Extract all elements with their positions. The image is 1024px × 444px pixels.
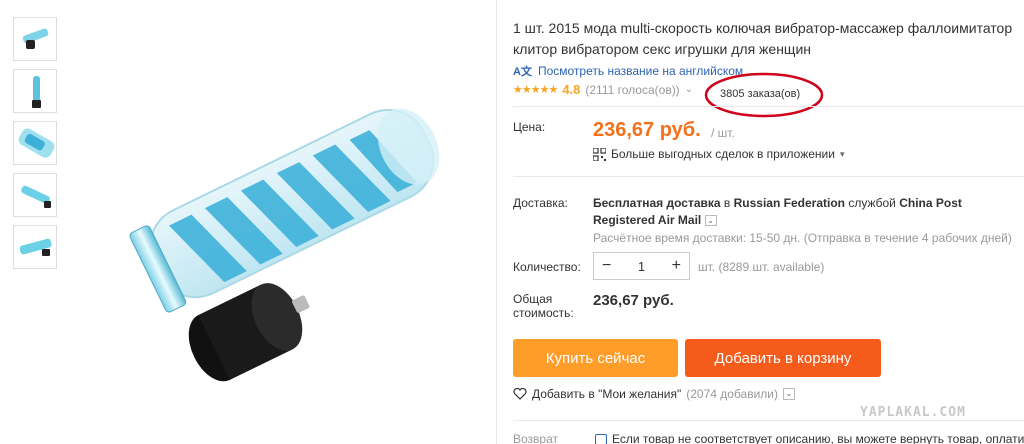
chevron-down-icon[interactable]: ⌄: [685, 84, 693, 95]
divider: [513, 420, 1024, 421]
shield-icon: [595, 433, 607, 444]
wishlist-row[interactable]: Добавить в "Мои желания" (2074 добавили)…: [513, 387, 796, 401]
total-value: 236,67 руб.: [593, 292, 674, 309]
thumbnail-4[interactable]: [13, 173, 57, 217]
return-label: Возврат: [513, 432, 558, 444]
quantity-label: Количество:: [513, 260, 581, 274]
wishlist-dropdown-icon[interactable]: ⌄: [783, 388, 796, 400]
shipping-info: Бесплатная доставка в Russian Federation…: [593, 195, 1013, 229]
return-info: Если товар не соответствует описанию, вы…: [595, 432, 1024, 444]
shipping-free: Бесплатная доставка: [593, 196, 721, 210]
thumbnail-5[interactable]: [13, 225, 57, 269]
thumbnail-1[interactable]: [13, 17, 57, 61]
shipping-country: Russian Federation: [733, 196, 845, 210]
quantity-increment-button[interactable]: +: [672, 257, 681, 275]
total-label-line2: стоимость:: [513, 306, 574, 320]
thumbnail-3[interactable]: [13, 121, 57, 165]
shipping-text: в: [720, 196, 734, 210]
total-label-line1: Общая: [513, 292, 553, 306]
buy-now-button[interactable]: Купить сейчас: [513, 339, 678, 377]
panel-divider: [496, 0, 497, 444]
price-unit: / шт.: [711, 126, 735, 140]
heart-plus-icon: [513, 388, 527, 400]
shipping-dropdown-icon[interactable]: ⌄: [704, 215, 717, 227]
product-title: 1 шт. 2015 мода multi-скорость колючая в…: [513, 20, 1013, 57]
product-details-panel: 1 шт. 2015 мода multi-скорость колючая в…: [513, 0, 1024, 444]
quantity-input[interactable]: 1: [638, 259, 645, 274]
app-deals-link[interactable]: Больше выгодных сделок в приложении ▾: [593, 147, 844, 161]
add-to-cart-button[interactable]: Добавить в корзину: [685, 339, 881, 377]
translate-icon: A文: [513, 66, 532, 78]
shipping-text: службой: [844, 196, 900, 210]
price-label: Цена:: [513, 120, 546, 134]
star-rating-icon: ★★★★★: [513, 84, 558, 96]
qr-code-icon: [593, 147, 606, 161]
quantity-stepper: − 1 +: [593, 252, 690, 280]
app-deals-text[interactable]: Больше выгодных сделок в приложении: [611, 147, 835, 161]
wishlist-text[interactable]: Добавить в "Мои желания": [532, 387, 681, 401]
thumbnail-list: [13, 17, 57, 277]
divider: [513, 106, 1024, 107]
total-label: Общая стоимость:: [513, 292, 574, 320]
availability-text: шт. (8289 шт. available): [698, 260, 825, 274]
rating-row: ★★★★★ 4.8 (2111 голоса(ов)) ⌄: [513, 82, 693, 97]
delivery-eta: Расчётное время доставки: 15-50 дн. (Отп…: [593, 231, 1012, 245]
thumbnail-2[interactable]: [13, 69, 57, 113]
main-product-image: [70, 10, 490, 440]
divider: [513, 176, 1024, 177]
quantity-decrement-button[interactable]: −: [602, 257, 611, 275]
price-value: 236,67 руб.: [593, 119, 701, 141]
return-text: Если товар не соответствует описанию, вы…: [612, 432, 1024, 444]
shipping-label: Доставка:: [513, 196, 568, 210]
rating-score: 4.8: [562, 82, 581, 97]
caret-down-icon[interactable]: ▾: [840, 149, 845, 160]
watermark: YAPLAKAL.COM: [860, 405, 966, 420]
annotation-circle-icon: [704, 72, 824, 118]
votes-count[interactable]: (2111 голоса(ов)): [585, 83, 679, 97]
wishlist-count: (2074 добавили): [686, 387, 779, 401]
